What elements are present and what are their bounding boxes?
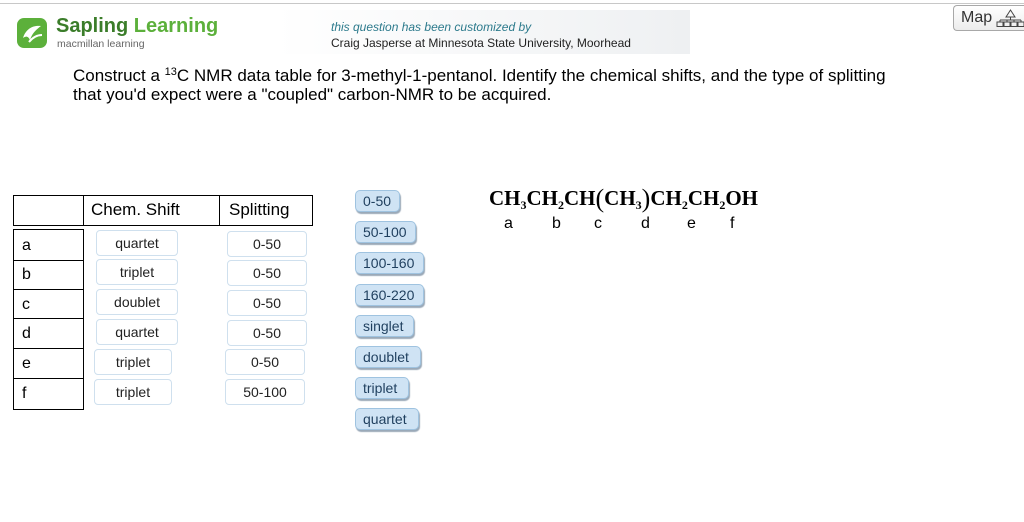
brand-first: Sapling — [56, 15, 129, 37]
header-chem-shift-cell: Chem. Shift — [83, 195, 220, 226]
drop-target-a-splitting[interactable]: 0-50 — [227, 231, 307, 257]
brand-second: Learning — [133, 15, 219, 37]
molecule-formula: CH3CH2CH(CH3)CH2CH2OH — [489, 184, 759, 213]
row-label-b: b — [13, 260, 84, 290]
map-button-label: Map — [961, 9, 993, 26]
question-text: Construct a 13C NMR data table for 3-met… — [73, 66, 886, 104]
drop-target-b-splitting[interactable]: 0-50 — [227, 260, 307, 286]
carbon-label-f: f — [730, 215, 735, 232]
map-button[interactable]: Map — [953, 5, 1024, 31]
drop-target-b-chem-shift[interactable]: triplet — [96, 259, 178, 285]
superscript-13: 13 — [164, 66, 177, 78]
drop-target-e-chem-shift[interactable]: triplet — [94, 349, 172, 375]
drop-target-f-splitting[interactable]: 50-100 — [225, 379, 305, 405]
carbon-label-c: c — [594, 215, 602, 232]
carbon-label-e: e — [687, 215, 696, 232]
sapling-logo-icon — [17, 18, 47, 48]
carbon-label-d: d — [641, 215, 650, 232]
row-label-d: d — [13, 318, 84, 349]
tile-50-100[interactable]: 50-100 — [355, 221, 416, 243]
table-corner-cell — [13, 195, 84, 226]
drop-target-f-chem-shift[interactable]: triplet — [94, 379, 172, 405]
drop-target-e-splitting[interactable]: 0-50 — [225, 349, 305, 375]
drop-target-d-chem-shift[interactable]: quartet — [96, 319, 178, 345]
drop-target-d-splitting[interactable]: 0-50 — [227, 320, 307, 346]
drop-target-a-chem-shift[interactable]: quartet — [96, 230, 178, 256]
tile-0-50[interactable]: 0-50 — [355, 190, 400, 212]
tile-triplet[interactable]: triplet — [355, 377, 409, 399]
row-label-f: f — [13, 378, 84, 410]
header-chem-shift: Chem. Shift — [91, 200, 180, 219]
tile-doublet[interactable]: doublet — [355, 346, 421, 368]
brand-name: Sapling Learning — [56, 15, 218, 38]
tile-100-160[interactable]: 100-160 — [355, 252, 424, 274]
tile-160-220[interactable]: 160-220 — [355, 284, 424, 306]
row-label-a: a — [13, 229, 84, 261]
drop-target-c-chem-shift[interactable]: doublet — [96, 289, 178, 315]
sitemap-icon — [996, 9, 1024, 27]
drop-target-c-splitting[interactable]: 0-50 — [227, 290, 307, 316]
customizer-name: Craig Jasperse at Minnesota State Univer… — [331, 36, 631, 50]
brand-subtitle: macmillan learning — [57, 38, 145, 50]
header-splitting-cell: Splitting — [219, 195, 313, 226]
row-label-c: c — [13, 289, 84, 319]
carbon-label-a: a — [504, 215, 513, 232]
carbon-label-b: b — [552, 215, 561, 232]
tile-singlet[interactable]: singlet — [355, 315, 414, 337]
header-splitting: Splitting — [229, 200, 290, 219]
customized-by-line: this question has been customized by — [331, 20, 532, 34]
top-border — [0, 3, 1024, 4]
row-label-e: e — [13, 348, 84, 379]
tile-quartet[interactable]: quartet — [355, 408, 419, 430]
